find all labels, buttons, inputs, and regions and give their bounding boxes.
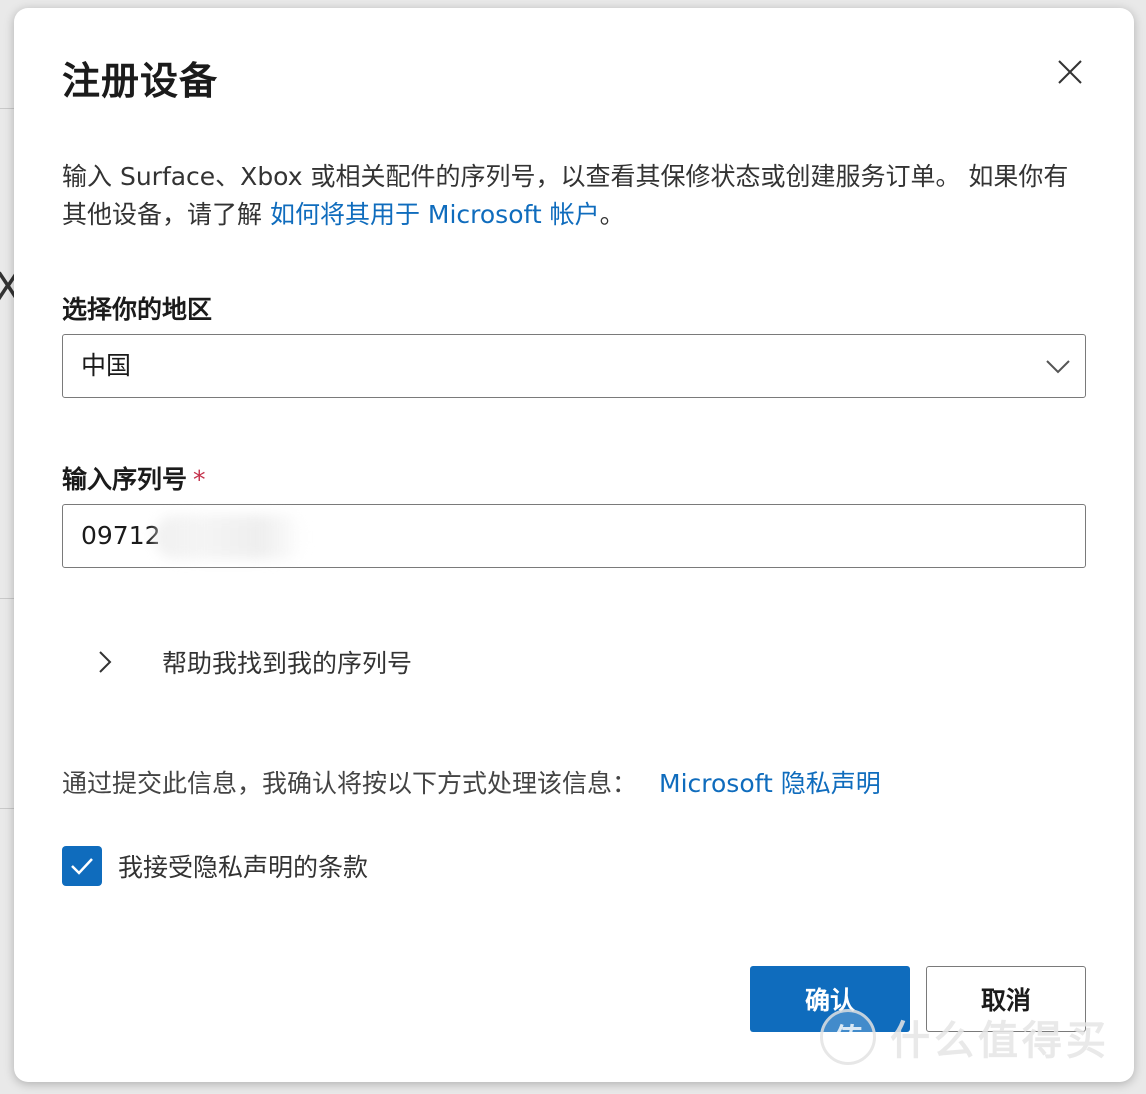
redacted-blur [155, 515, 305, 559]
serial-label-text: 输入序列号 [62, 465, 188, 494]
watermark: 值 什么值得买 [820, 1008, 1110, 1066]
watermark-logo-icon: 值 [820, 1009, 876, 1065]
privacy-text: 通过提交此信息，我确认将按以下方式处理该信息： [62, 769, 638, 798]
background-divider [0, 598, 14, 599]
region-select[interactable]: 中国 [62, 334, 1086, 398]
consent-checkbox[interactable] [62, 846, 102, 886]
consent-label: 我接受隐私声明的条款 [118, 853, 369, 882]
serial-label: 输入序列号 * [62, 460, 206, 496]
dialog-description: 输入 Surface、Xbox 或相关配件的序列号，以查看其保修状态或创建服务订… [62, 158, 1092, 234]
register-device-dialog: 注册设备 输入 Surface、Xbox 或相关配件的序列号，以查看其保修状态或… [14, 8, 1134, 1082]
help-find-serial-toggle[interactable]: 帮助我找到我的序列号 [94, 640, 412, 684]
checkmark-icon [71, 858, 93, 875]
privacy-statement-link[interactable]: Microsoft 隐私声明 [659, 769, 881, 798]
close-icon [1058, 60, 1082, 84]
serial-value: 09712 [81, 521, 161, 550]
required-mark: * [193, 465, 206, 494]
region-label: 选择你的地区 [62, 295, 213, 324]
chevron-down-icon [1046, 360, 1070, 374]
consent-row: 我接受隐私声明的条款 [62, 846, 368, 886]
microsoft-account-link[interactable]: 如何将其用于 Microsoft 帐户 [270, 200, 600, 229]
description-end: 。 [599, 200, 625, 229]
chevron-right-icon [99, 651, 112, 673]
watermark-text: 什么值得买 [890, 1018, 1110, 1064]
help-find-serial-label: 帮助我找到我的序列号 [162, 649, 413, 678]
privacy-notice: 通过提交此信息，我确认将按以下方式处理该信息： Microsoft 隐私声明 [62, 764, 881, 800]
serial-input[interactable]: 09712 [62, 504, 1086, 568]
close-button[interactable] [1052, 54, 1088, 90]
background-divider [0, 108, 14, 109]
region-value: 中国 [81, 351, 132, 380]
dialog-title: 注册设备 [62, 59, 219, 103]
background-divider [0, 808, 14, 809]
